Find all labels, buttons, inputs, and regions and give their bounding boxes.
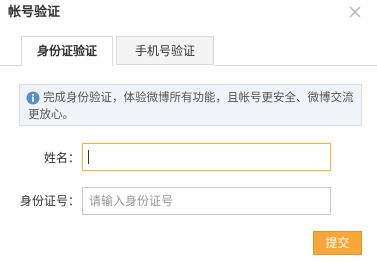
name-label: 姓名： — [43, 151, 80, 165]
dialog-title: 帐号验证 — [8, 5, 61, 20]
text-caret — [88, 150, 89, 164]
close-button[interactable] — [344, 1, 366, 23]
submit-button[interactable]: 提交 — [313, 231, 362, 255]
notice-text: 完成身份验证，体验微博所有功能，且帐号更安全、微博交流更放心。 — [28, 90, 354, 121]
tab-divider — [214, 65, 377, 66]
id-number-label: 身份证号： — [19, 194, 80, 208]
account-verification-dialog: 帐号验证 身份证验证 手机号验证 完成身份验证，体验微博所有功能，且帐号更安全、… — [0, 0, 377, 264]
tab-id-card-verification[interactable]: 身份证验证 — [21, 36, 113, 66]
dialog-header: 帐号验证 — [0, 0, 377, 28]
tab-divider — [0, 65, 21, 66]
tab-phone-verification[interactable]: 手机号验证 — [116, 36, 214, 65]
close-icon — [349, 6, 361, 18]
name-input[interactable] — [82, 143, 331, 171]
info-notice: 完成身份验证，体验微博所有功能，且帐号更安全、微博交流更放心。 — [19, 84, 362, 126]
id-number-input[interactable] — [82, 187, 331, 215]
verification-tabs: 身份证验证 手机号验证 — [0, 36, 377, 66]
